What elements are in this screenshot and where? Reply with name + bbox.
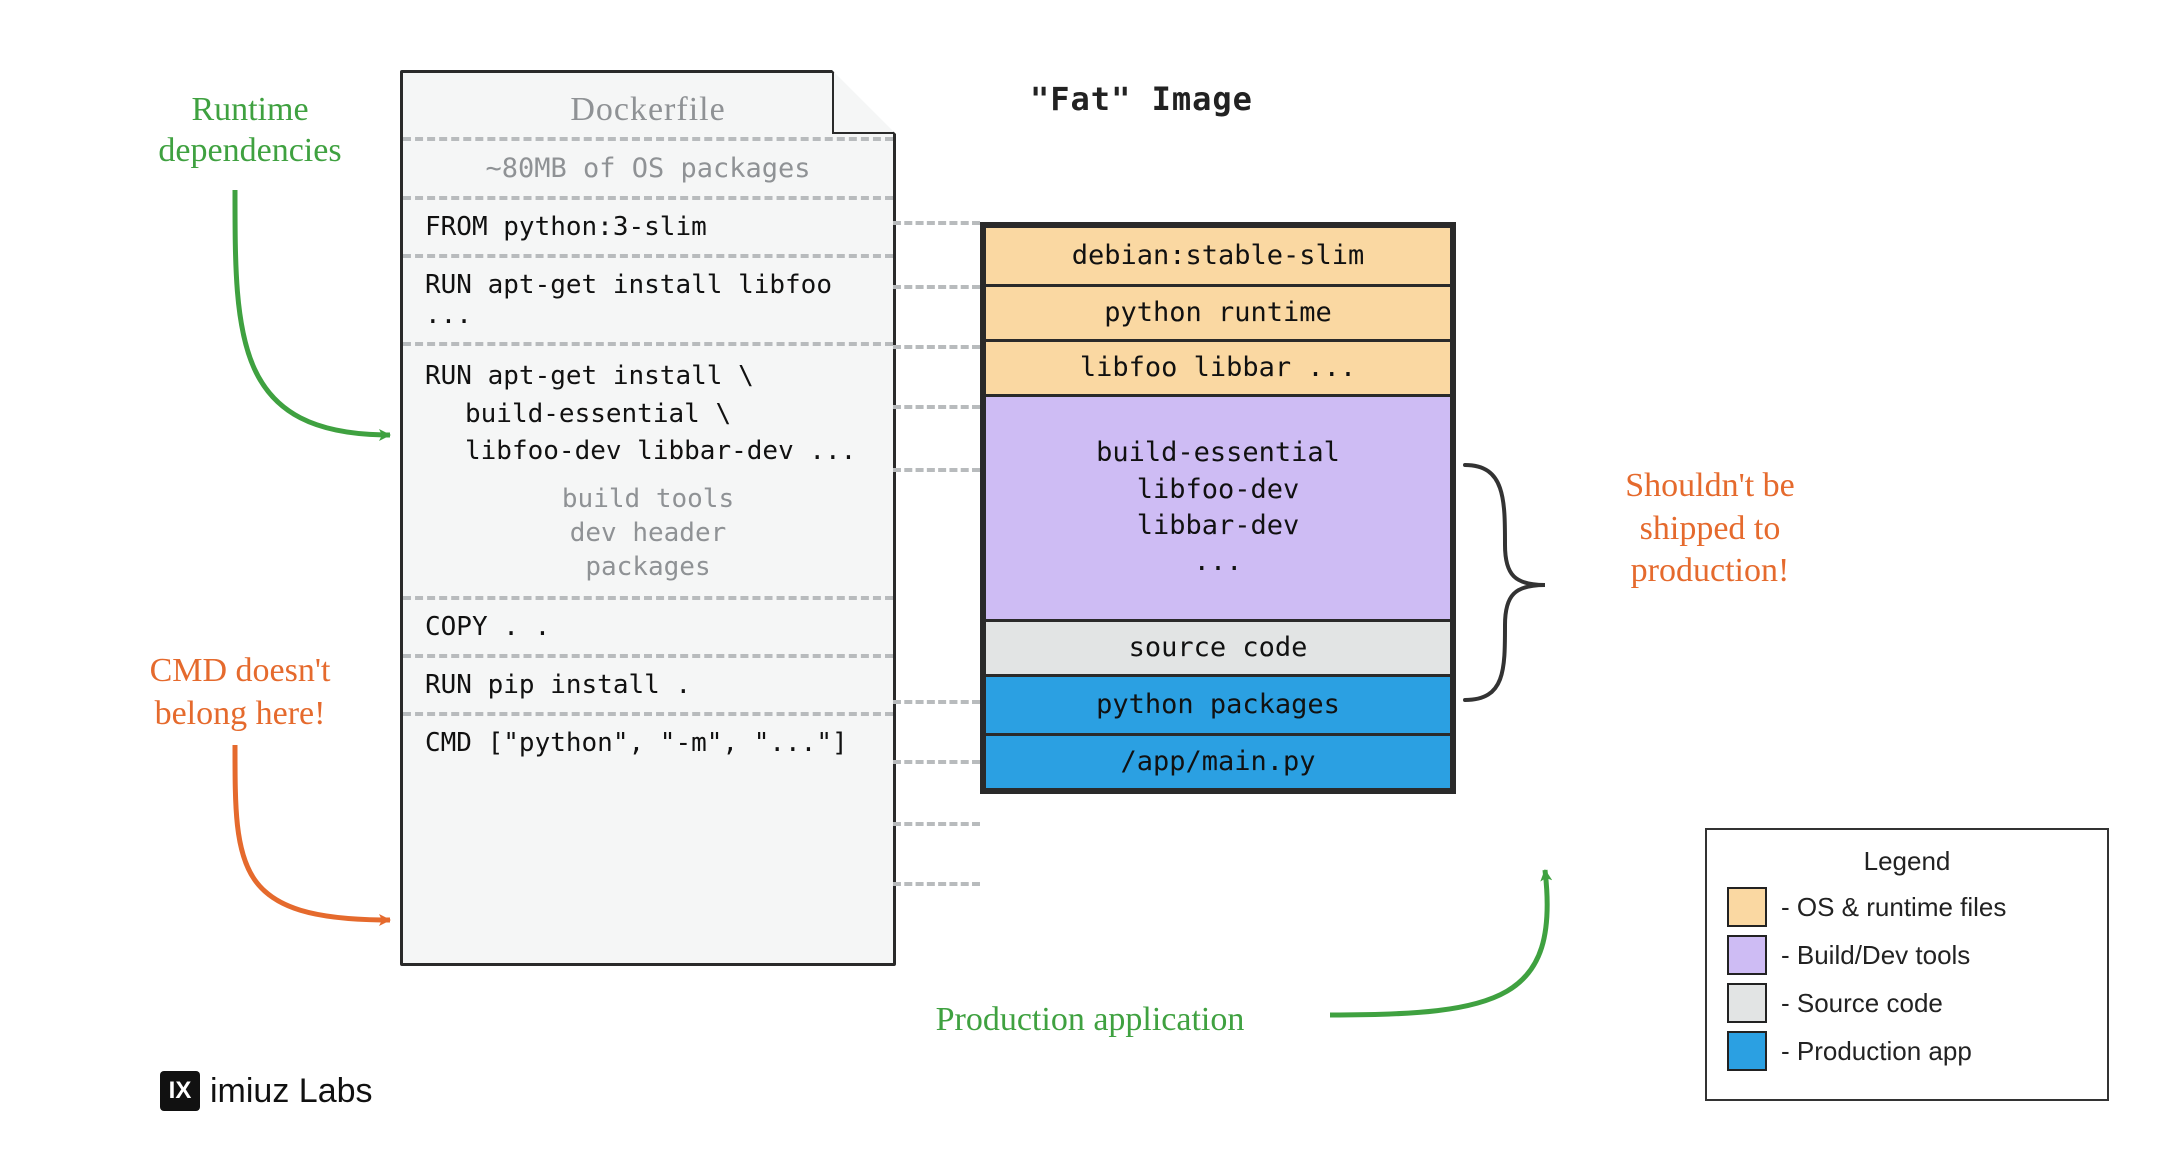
connector-dash <box>893 345 980 349</box>
arrow-cmd-warning <box>235 745 390 920</box>
legend-swatch <box>1727 887 1767 927</box>
dockerfile-build-comment-3: packages <box>403 551 893 585</box>
connector-dash <box>893 285 980 289</box>
legend-panel: Legend - OS & runtime files - Build/Dev … <box>1705 828 2109 1101</box>
dockerfile-line-copy: COPY . . <box>403 600 893 654</box>
connector-dash <box>893 700 980 704</box>
dockerfile-line-cmd: CMD ["python", "-m", "..."] <box>403 716 893 770</box>
dockerfile-panel: Dockerfile ~80MB of OS packages FROM pyt… <box>400 70 896 966</box>
connector-dash <box>893 822 980 826</box>
dockerfile-line-apt-build-1: RUN apt-get install \ <box>425 358 871 396</box>
layer-python-runtime: python runtime <box>983 287 1453 342</box>
dockerfile-line-apt-build-2: build-essential \ <box>425 396 871 434</box>
legend-label: - Build/Dev tools <box>1781 940 1970 971</box>
connector-dash <box>893 882 980 886</box>
layer-build-tools: build-essential libfoo-dev libbar-dev ..… <box>983 397 1453 622</box>
dockerfile-build-comment-1: build tools <box>403 483 893 517</box>
dockerfile-line-apt-build: RUN apt-get install \ build-essential \ … <box>403 346 893 483</box>
dockerfile-line-pip: RUN pip install . <box>403 658 893 712</box>
dockerfile-line-from: FROM python:3-slim <box>403 200 893 254</box>
layer-python-packages: python packages <box>983 677 1453 736</box>
annotation-runtime-deps: Runtime dependencies <box>120 90 380 172</box>
legend-swatch <box>1727 1031 1767 1071</box>
legend-swatch <box>1727 935 1767 975</box>
dockerfile-line-apt-build-3: libfoo-dev libbar-dev ... <box>425 433 871 471</box>
dockerfile-build-comment-2: dev header <box>403 517 893 551</box>
legend-item: - OS & runtime files <box>1727 887 2087 927</box>
legend-label: - Production app <box>1781 1036 1972 1067</box>
legend-label: - Source code <box>1781 988 1943 1019</box>
dockerfile-line-apt-libfoo: RUN apt-get install libfoo ... <box>403 258 893 342</box>
legend-item: - Production app <box>1727 1031 2087 1071</box>
connector-dash <box>893 405 980 409</box>
legend-label: - OS & runtime files <box>1781 892 2006 923</box>
dockerfile-build-comment: build tools dev header packages <box>403 483 893 596</box>
brace-shouldnt-ship <box>1465 465 1545 700</box>
annotation-cmd-warning: CMD doesn't belong here! <box>110 650 370 735</box>
arrow-runtime-deps <box>235 190 390 435</box>
annotation-shouldnt-ship: Shouldn't be shipped to production! <box>1580 465 1840 593</box>
os-packages-note: ~80MB of OS packages <box>403 141 893 196</box>
annotation-production-app: Production application <box>860 1000 1320 1041</box>
arrow-production-app <box>1330 870 1547 1015</box>
legend-item: - Source code <box>1727 983 2087 1023</box>
dockerfile-title: Dockerfile <box>403 73 893 137</box>
brand-logo-icon: IX <box>160 1071 200 1111</box>
legend-item: - Build/Dev tools <box>1727 935 2087 975</box>
dog-ear-icon <box>832 70 896 134</box>
connector-dash <box>893 221 980 225</box>
layer-source-code: source code <box>983 622 1453 677</box>
legend-title: Legend <box>1727 846 2087 877</box>
brand-text: imiuz Labs <box>210 1072 373 1111</box>
layer-debian: debian:stable-slim <box>983 225 1453 287</box>
connector-dash <box>893 468 980 472</box>
layer-app-main: /app/main.py <box>983 736 1453 791</box>
fat-image-stack: debian:stable-slim python runtime libfoo… <box>980 222 1456 794</box>
fat-image-title: "Fat" Image <box>1030 80 1253 118</box>
connector-dash <box>893 760 980 764</box>
layer-libfoo: libfoo libbar ... <box>983 342 1453 397</box>
brand-iximiuz-labs: IX imiuz Labs <box>160 1071 373 1111</box>
legend-swatch <box>1727 983 1767 1023</box>
